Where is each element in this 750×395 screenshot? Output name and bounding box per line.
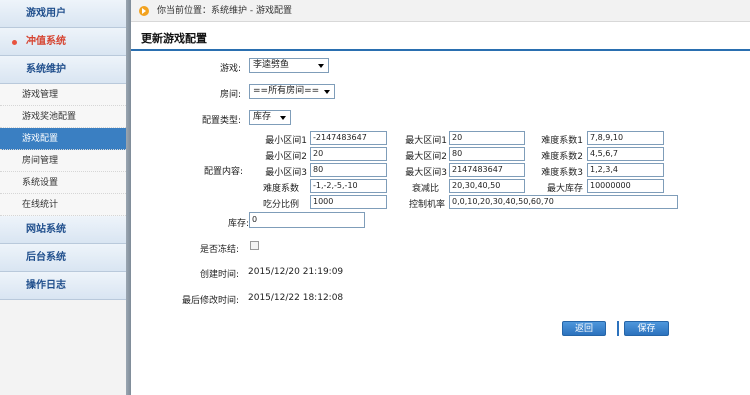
min-range-2-input[interactable]: 20 [310,147,387,161]
sidebar-section-backend[interactable]: 后台系统 [0,244,128,272]
config-type-select[interactable]: 库存 [249,110,291,125]
sidebar-item-room-management[interactable]: 房间管理 [0,150,128,172]
difficulty-3-input[interactable]: 1,2,3,4 [587,163,664,177]
max-range-1-label: 最大区间1 [405,136,447,146]
sidebar-section-label: 冲值系统 [26,36,66,47]
sidebar-item-jackpot-config[interactable]: 游戏奖池配置 [0,106,128,128]
created-time-value: 2015/12/20 21:19:09 [248,267,344,277]
max-range-3-input[interactable]: 2147483647 [449,163,525,177]
room-label: 房间: [219,90,241,100]
min-range-3-label: 最小区间3 [265,168,307,178]
max-range-2-input[interactable]: 80 [449,147,525,161]
min-range-1-label: 最小区间1 [265,136,307,146]
sidebar-section-recharge[interactable]: 冲值系统 [0,28,128,56]
max-range-1-input[interactable]: 20 [449,131,525,145]
button-divider [617,321,619,336]
frozen-checkbox[interactable] [250,241,259,250]
min-range-3-input[interactable]: 80 [310,163,387,177]
sidebar-item-game-management[interactable]: 游戏管理 [0,84,128,106]
save-button[interactable]: 保存 [624,321,669,336]
config-type-label: 配置类型: [201,116,241,126]
main-content: 更新游戏配置 游戏: 李逵劈鱼 房间: ==所有房间== 配置类型: 库存 配置… [131,22,750,395]
stock-label: 库存: [227,219,249,229]
max-range-3-label: 最大区间3 [405,168,447,178]
frozen-label: 是否冻结: [199,245,239,255]
difficulty-2-input[interactable]: 4,5,6,7 [587,147,664,161]
room-select-value: ==所有房间== [253,86,320,96]
max-stock-input[interactable]: 10000000 [587,179,664,193]
game-select[interactable]: 李逵劈鱼 [249,58,329,73]
sidebar-section-logs[interactable]: 操作日志 [0,272,128,300]
page-title: 更新游戏配置 [141,32,207,45]
eat-ratio-input[interactable]: 1000 [310,195,387,209]
sidebar-item-system-settings[interactable]: 系统设置 [0,172,128,194]
game-label: 游戏: [219,64,241,74]
breadcrumb: 你当前位置：系统维护 - 游戏配置 [131,0,750,22]
back-button[interactable]: 返回 [562,321,606,336]
sidebar-section-maintenance[interactable]: 系统维护 [0,56,128,84]
created-time-label: 创建时间: [199,270,239,280]
title-divider [131,49,750,51]
modified-time-label: 最后修改时间: [181,296,239,306]
decay-label: 衰减比 [411,184,439,194]
game-select-value: 李逵劈鱼 [253,60,290,70]
difficulty-input[interactable]: -1,-2,-5,-10 [310,179,387,193]
breadcrumb-text: 你当前位置：系统维护 - 游戏配置 [157,6,292,16]
modified-time-value: 2015/12/22 18:12:08 [248,293,344,303]
sidebar: 游戏用户 冲值系统 系统维护 游戏管理 游戏奖池配置 游戏配置 房间管理 系统设… [0,0,128,395]
difficulty-3-label: 难度系数3 [541,168,583,178]
control-rate-label: 控制机率 [408,200,445,210]
decay-input[interactable]: 20,30,40,50 [449,179,525,193]
sidebar-section-game-users[interactable]: 游戏用户 [0,0,128,28]
chevron-down-icon [280,116,286,120]
min-range-1-input[interactable]: -2147483647 [310,131,387,145]
difficulty-2-label: 难度系数2 [541,152,583,162]
min-range-2-label: 最小区间2 [265,152,307,162]
config-content-label: 配置内容: [203,167,243,177]
sidebar-item-game-config[interactable]: 游戏配置 [0,128,128,150]
max-stock-label: 最大库存 [546,184,583,194]
config-type-value: 库存 [253,112,272,122]
active-dot-icon [12,40,17,45]
difficulty-1-label: 难度系数1 [541,136,583,146]
arrow-right-icon [139,6,149,16]
sidebar-item-online-stats[interactable]: 在线统计 [0,194,128,216]
sidebar-section-website[interactable]: 网站系统 [0,216,128,244]
chevron-down-icon [324,90,330,94]
chevron-down-icon [318,64,324,68]
difficulty-label: 难度系数 [262,184,299,194]
difficulty-1-input[interactable]: 7,8,9,10 [587,131,664,145]
room-select[interactable]: ==所有房间== [249,84,335,99]
max-range-2-label: 最大区间2 [405,152,447,162]
control-rate-input[interactable]: 0,0,10,20,30,40,50,60,70 [449,195,678,209]
stock-input[interactable]: 0 [249,212,365,228]
eat-ratio-label: 吃分比例 [262,200,299,210]
